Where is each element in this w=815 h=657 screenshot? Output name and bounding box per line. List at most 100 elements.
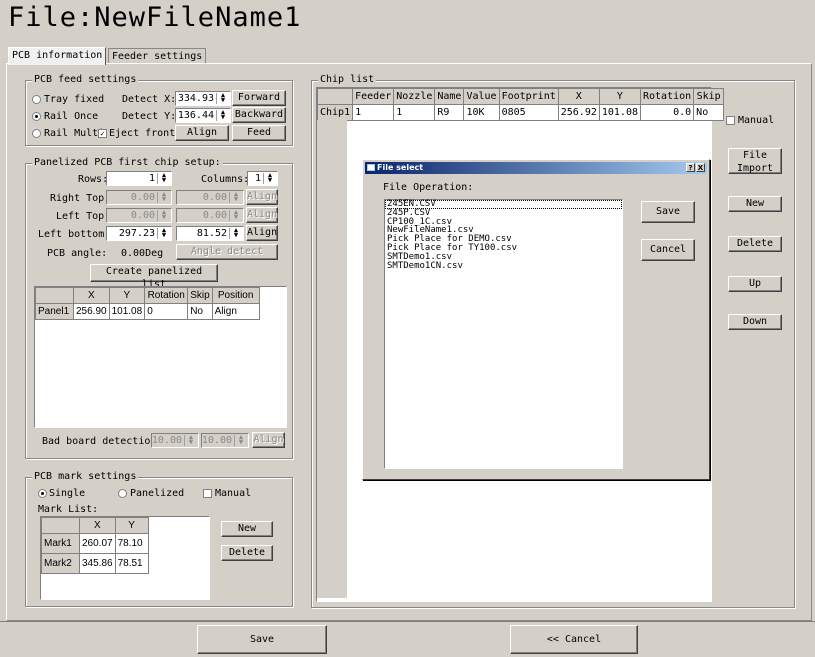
spin-arrows-icon[interactable]: ▲ ▼	[157, 172, 170, 184]
spin-arrows-icon[interactable]: ▲ ▼	[263, 172, 276, 184]
create-panelized-list-button[interactable]: Create panelized list	[90, 264, 218, 290]
spin-arrows-icon[interactable]: ▲ ▼	[216, 109, 229, 121]
bad-board-y-spinbox: 10.00 ▲ ▼	[201, 433, 249, 448]
table-row[interactable]: Mark1 260.07 78.10	[41, 533, 149, 554]
left-bottom-x-spinbox[interactable]: 297.23 ▲ ▼	[106, 226, 172, 241]
chip-row-header-column	[317, 120, 347, 598]
close-icon[interactable]: X	[696, 163, 705, 172]
chip-list-title: Chip list	[318, 74, 377, 85]
file-import-button[interactable]: File Import	[728, 148, 782, 174]
file-operation-label: File Operation:	[383, 182, 474, 193]
chip-cell-feeder[interactable]: 1	[352, 104, 395, 121]
chip-down-button[interactable]: Down	[728, 314, 782, 330]
cancel-button[interactable]: << Cancel	[510, 625, 638, 654]
mark-single-label: Single	[49, 488, 86, 499]
panel-cell-y[interactable]: 101.08	[108, 303, 146, 320]
dialog-title-bar[interactable]: File select ? X	[365, 162, 707, 174]
detect-x-value: 334.93	[177, 93, 214, 104]
chip-col-header	[316, 88, 354, 105]
mark-new-button[interactable]: New	[221, 521, 273, 537]
forward-button[interactable]: Forward	[232, 90, 286, 106]
window-icon	[367, 164, 375, 171]
chip-col-header: Skip	[693, 88, 725, 105]
rows-spinbox[interactable]: 1 ▲ ▼	[106, 171, 172, 186]
eject-front-checkbox[interactable]: ✓	[98, 129, 107, 138]
mark-cell-y[interactable]: 78.10	[114, 533, 149, 554]
left-bottom-label: Left bottom:	[38, 229, 111, 240]
spin-arrows-icon[interactable]: ▲ ▼	[216, 92, 229, 104]
chip-cell-nozzle[interactable]: 1	[393, 104, 436, 121]
chip-col-header: Y	[598, 88, 642, 105]
angle-detect-button: Angle detect	[176, 244, 278, 260]
file-listbox[interactable]: 245EN.CSV 245P.CSV CP100_1C.csv NewFileName…	[384, 199, 623, 469]
panel-col-header: Rotation	[144, 287, 189, 304]
mark-cell-y[interactable]: 78.51	[114, 553, 149, 574]
spin-arrows-icon: ▲ ▼	[234, 434, 247, 446]
mark-cell-x[interactable]: 260.07	[79, 533, 116, 554]
mark-delete-button[interactable]: Delete	[221, 545, 273, 561]
left-top-y-value: 0.00	[202, 210, 227, 221]
mark-cell-x[interactable]: 345.86	[79, 553, 116, 574]
panel-cell-skip[interactable]: No	[187, 303, 213, 320]
table-row[interactable]: Mark2 345.86 78.51	[41, 553, 149, 574]
mark-single-radio[interactable]	[38, 489, 47, 498]
chip-cell-footprint[interactable]: 0805	[498, 104, 559, 121]
chip-manual-label: Manual	[738, 115, 775, 126]
dialog-title: File select	[377, 163, 424, 172]
panel-cell-position[interactable]: Align	[211, 303, 260, 320]
left-bottom-align-button[interactable]: Align	[246, 225, 278, 241]
spin-arrows-icon: ▲ ▼	[157, 209, 170, 221]
dialog-cancel-button[interactable]: Cancel	[641, 239, 695, 261]
panel-cell-rotation[interactable]: 0	[144, 303, 189, 320]
chip-cell-value[interactable]: 10K	[463, 104, 500, 121]
mark-panelized-radio[interactable]	[118, 489, 127, 498]
detect-x-spinbox[interactable]: 334.93 ▲ ▼	[175, 91, 231, 106]
chip-cell-skip[interactable]: No	[693, 104, 725, 121]
chip-cell-rotation[interactable]: 0.0	[639, 104, 695, 121]
feed-align-button[interactable]: Align	[175, 125, 229, 141]
left-bottom-x-value: 297.23	[118, 228, 155, 239]
chip-delete-button[interactable]: Delete	[728, 236, 782, 252]
feed-button[interactable]: Feed	[232, 125, 286, 141]
tray-fixed-radio[interactable]	[32, 95, 41, 104]
detect-y-spinbox[interactable]: 136.44 ▲ ▼	[175, 108, 231, 123]
panel-cell-x[interactable]: 256.90	[73, 303, 110, 320]
chip-cell-y[interactable]: 101.08	[598, 104, 642, 121]
spin-arrows-icon[interactable]: ▲ ▼	[157, 227, 170, 239]
tab-feeder-settings[interactable]: Feeder settings	[108, 48, 207, 64]
chip-up-button[interactable]: Up	[728, 276, 782, 292]
chip-col-header: Value	[463, 88, 500, 105]
mark-list-label: Mark List:	[38, 504, 99, 515]
rail-multi-radio[interactable]	[32, 129, 41, 138]
backward-button[interactable]: Backward	[232, 107, 286, 123]
tab-pcb-information[interactable]: PCB information	[8, 47, 107, 65]
right-top-x-value: 0.00	[130, 192, 155, 203]
table-row[interactable]: Chip1 1 1 R9 10K 0805 256.92 101.08 0.0 …	[316, 104, 725, 121]
right-top-y-spinbox: 0.00 ▲ ▼	[176, 190, 244, 205]
save-button[interactable]: Save	[197, 625, 327, 654]
mark-manual-checkbox[interactable]	[203, 489, 212, 498]
left-bottom-y-spinbox[interactable]: 81.52 ▲ ▼	[176, 226, 244, 241]
chip-col-header: Nozzle	[393, 88, 436, 105]
left-bottom-y-value: 81.52	[196, 228, 227, 239]
pcb-feed-settings-title: PCB feed settings	[32, 74, 139, 85]
columns-spinbox[interactable]: 1 ▲ ▼	[247, 171, 278, 186]
mark-row-header: Mark1	[41, 533, 80, 554]
rail-once-radio[interactable]	[32, 112, 41, 121]
chip-new-button[interactable]: New	[728, 196, 782, 212]
table-row[interactable]: Panel1 256.90 101.08 0 No Align	[35, 303, 260, 320]
spin-arrows-icon[interactable]: ▲ ▼	[229, 227, 242, 239]
mark-manual-label: Manual	[215, 488, 252, 499]
file-list-item[interactable]: SMTDemo1CN.csv	[385, 261, 622, 271]
right-top-label: Right Top:	[50, 193, 111, 204]
chip-cell-name[interactable]: R9	[434, 104, 465, 121]
chip-table-header: Feeder Nozzle Name Value Footprint X Y R…	[316, 88, 725, 105]
spin-arrows-icon: ▲ ▼	[157, 191, 170, 203]
rail-once-label: Rail Once	[44, 111, 99, 122]
dialog-save-button[interactable]: Save	[641, 201, 695, 223]
right-top-align-button: Align	[246, 189, 278, 205]
help-icon[interactable]: ?	[686, 163, 695, 172]
chip-manual-checkbox[interactable]	[726, 116, 735, 125]
chip-col-header: Rotation	[639, 88, 695, 105]
chip-cell-x[interactable]: 256.92	[557, 104, 600, 121]
